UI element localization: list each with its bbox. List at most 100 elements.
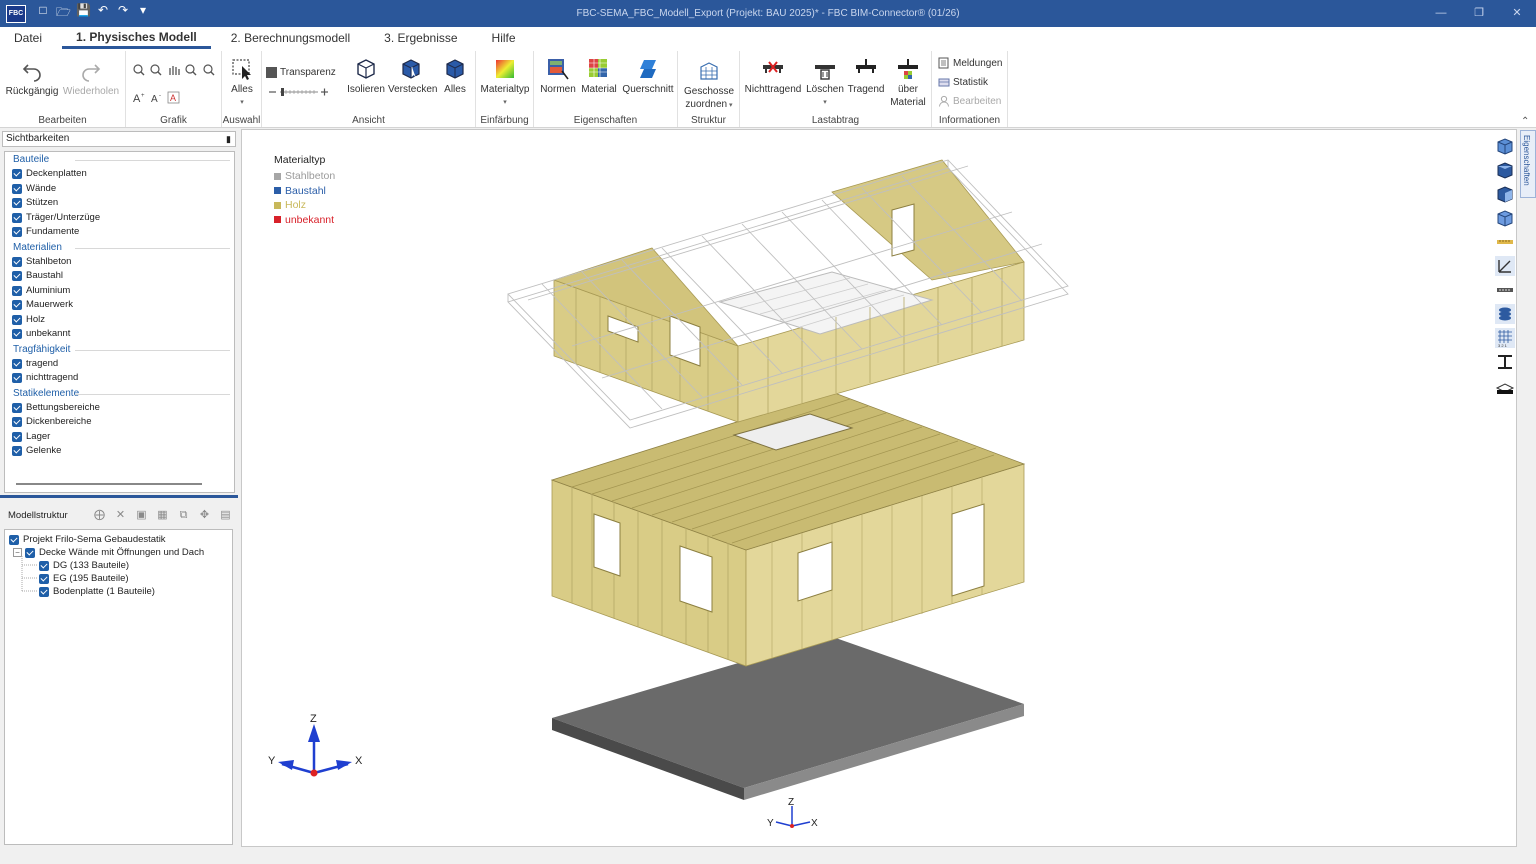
minimize-button[interactable]: —	[1422, 0, 1460, 27]
messages-button[interactable]: Meldungen	[938, 57, 1002, 69]
horizontal-scrollbar[interactable]	[16, 483, 202, 485]
non-loadbearing-button[interactable]: Nichttragend	[744, 57, 802, 96]
dimension-icon[interactable]	[1495, 280, 1515, 300]
checkbox[interactable]	[12, 300, 22, 311]
tab-berechnungsmodell[interactable]: 2. Berechnungsmodell	[217, 27, 364, 49]
rename-icon[interactable]: ▣	[134, 509, 149, 522]
properties-icon[interactable]: ▤	[218, 509, 233, 522]
close-button[interactable]: ✕	[1498, 0, 1536, 27]
checkbox[interactable]	[12, 329, 22, 340]
tab-physisches-modell[interactable]: 1. Physisches Modell	[62, 27, 211, 49]
checkbox[interactable]	[12, 373, 22, 384]
view-cube-top-icon[interactable]	[1495, 160, 1515, 180]
vis-item-unbekannt[interactable]: unbekannt	[5, 327, 234, 342]
checkbox[interactable]	[12, 417, 22, 428]
loadbearing-button[interactable]: Tragend	[846, 57, 886, 96]
tree-node-dg[interactable]: DG (133 Bauteile)	[39, 559, 129, 572]
group-eigenschaften: Normen Material Querschnitt Eigenschafte…	[534, 51, 678, 127]
redo-button[interactable]: Wiederholen	[62, 59, 120, 98]
checkbox[interactable]	[12, 314, 22, 325]
pin-icon[interactable]: ▮	[226, 132, 231, 146]
assign-storeys-button[interactable]: Geschosse zuordnen ▾	[680, 59, 738, 112]
norms-button[interactable]: Normen	[538, 57, 578, 96]
checkbox[interactable]	[12, 402, 22, 413]
tab-datei[interactable]: Datei	[0, 27, 56, 49]
checkbox[interactable]	[12, 285, 22, 296]
tree-node-project[interactable]: Projekt Frilo-Sema Gebaudestatik	[9, 533, 166, 546]
tree-node-model[interactable]: − Decke Wände mit Öffnungen und Dach	[13, 546, 204, 559]
tree-node-eg[interactable]: EG (195 Bauteile)	[39, 572, 129, 585]
cross-section-button[interactable]: Querschnitt	[620, 57, 676, 96]
cut-icon[interactable]: ✕	[113, 509, 128, 522]
restore-button[interactable]: ❐	[1460, 0, 1498, 27]
checkbox[interactable]	[12, 183, 22, 194]
move-icon[interactable]: ✥	[197, 509, 212, 522]
layers-icon[interactable]	[1495, 304, 1515, 324]
vis-item-dickenbereiche[interactable]: Dickenbereiche	[5, 415, 234, 430]
vis-item-fundamente[interactable]: Fundamente	[5, 225, 234, 240]
vis-item-aluminium[interactable]: Aluminium	[5, 284, 234, 299]
ribbon-collapse-icon[interactable]: ⌃	[1521, 116, 1529, 127]
vis-item-stahlbeton[interactable]: Stahlbeton	[5, 255, 234, 270]
grid-icon[interactable]: 3 2 1	[1495, 328, 1515, 348]
checkbox[interactable]	[12, 358, 22, 369]
vis-item-deckenplatten[interactable]: Deckenplatten	[5, 167, 234, 182]
checkbox[interactable]	[12, 198, 22, 209]
vis-item-stuetzen[interactable]: Stützen	[5, 196, 234, 211]
tab-ergebnisse[interactable]: 3. Ergebnisse	[370, 27, 471, 49]
vis-item-mauerwerk[interactable]: Mauerwerk	[5, 298, 234, 313]
undo-icon[interactable]: ↶	[96, 3, 110, 24]
undo-button[interactable]: Rückgängig	[4, 59, 60, 98]
vis-item-traeger[interactable]: Träger/Unterzüge	[5, 211, 234, 226]
vis-item-nichttragend[interactable]: nichttragend	[5, 371, 234, 386]
redo-icon[interactable]: ↷	[116, 3, 130, 24]
vis-item-baustahl[interactable]: Baustahl	[5, 269, 234, 284]
save-icon[interactable]: 💾	[76, 3, 91, 24]
font-size-icons[interactable]: A + A- A	[132, 91, 192, 105]
add-icon[interactable]: ⨁	[92, 509, 107, 522]
vis-item-waende[interactable]: Wände	[5, 182, 234, 197]
checkbox[interactable]	[12, 227, 22, 238]
checkbox[interactable]	[12, 212, 22, 223]
statistics-button[interactable]: Statistik	[938, 76, 988, 88]
tab-hilfe[interactable]: Hilfe	[478, 27, 530, 49]
image-icon[interactable]: ▦	[155, 509, 170, 522]
via-material-button[interactable]: über Material	[886, 57, 930, 109]
vis-item-holz[interactable]: Holz	[5, 313, 234, 328]
edit-info-button[interactable]: Bearbeiten	[938, 95, 1001, 107]
hide-button[interactable]: Verstecken	[388, 57, 437, 96]
vis-item-tragend[interactable]: tragend	[5, 357, 234, 372]
view-cube-side-icon[interactable]	[1495, 184, 1515, 204]
new-file-icon[interactable]: □	[36, 3, 50, 24]
checkbox[interactable]	[9, 534, 19, 545]
ruler-icon[interactable]	[1495, 232, 1515, 252]
checkbox[interactable]	[12, 431, 22, 442]
vis-item-lager[interactable]: Lager	[5, 430, 234, 445]
show-all-button[interactable]: Alles	[438, 57, 472, 96]
copy-icon[interactable]: ⧉	[176, 509, 191, 522]
isolate-button[interactable]: Isolieren	[346, 57, 386, 96]
vis-item-bettungsbereiche[interactable]: Bettungsbereiche	[5, 401, 234, 416]
clipping-plane-icon[interactable]	[1495, 376, 1515, 396]
transparency-toggle[interactable]: Transparenz	[266, 67, 336, 78]
open-folder-icon[interactable]: 🗁	[56, 3, 71, 24]
checkbox[interactable]	[12, 169, 22, 180]
delete-load-button[interactable]: Löschen ▾	[804, 57, 846, 109]
material-type-coloring-button[interactable]: Materialtyp ▾	[479, 57, 531, 109]
view-navigation-icons[interactable]	[132, 63, 217, 77]
checkbox[interactable]	[12, 256, 22, 267]
transparency-slider[interactable]	[268, 87, 330, 97]
view-cube-iso-icon[interactable]	[1495, 208, 1515, 228]
measure-angle-icon[interactable]	[1495, 256, 1515, 276]
checkbox[interactable]	[12, 271, 22, 282]
3d-viewport[interactable]: Materialtyp Stahlbeton Baustahl Holz unb…	[241, 129, 1517, 847]
checkbox[interactable]	[12, 446, 22, 457]
customize-dropdown-icon[interactable]: ▾	[136, 3, 150, 24]
view-cube-front-icon[interactable]	[1495, 136, 1515, 156]
tree-node-bodenplatte[interactable]: Bodenplatte (1 Bauteile)	[39, 585, 155, 598]
properties-side-tab[interactable]: Eigenschaften	[1520, 130, 1536, 198]
section-beam-icon[interactable]	[1495, 352, 1515, 372]
select-all-button[interactable]: Alles ▾	[226, 57, 258, 109]
material-button[interactable]: Material	[579, 57, 619, 96]
vis-item-gelenke[interactable]: Gelenke	[5, 444, 234, 459]
